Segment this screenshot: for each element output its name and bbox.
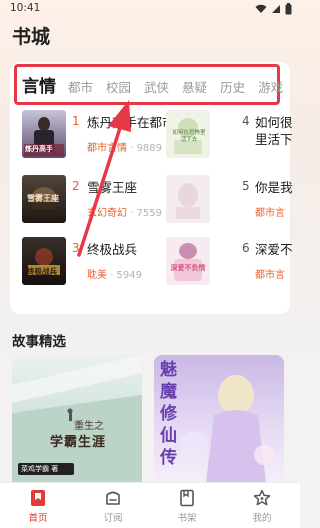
tab-xuanyi[interactable]: 悬疑 [182, 77, 207, 96]
book-cover-2-text: 雪雾王座 [27, 194, 59, 203]
book-genre-6: 都市言 [255, 270, 285, 281]
book-title-1: 炼丹高手在都市 [87, 115, 175, 130]
nav-bookshelf-label: 书架 [177, 513, 197, 524]
nav-subscribe-label: 订阅 [103, 513, 123, 524]
bookshelf-icon [180, 489, 194, 507]
nav-bookshelf[interactable]: 书架 [167, 489, 207, 524]
book-genre-1: 都市言情 [87, 143, 127, 154]
book-dot-2: · [127, 208, 137, 219]
home-bookmark-icon [31, 490, 45, 506]
book-rank-1: 1 [72, 114, 80, 128]
book-rank-5: 5 [242, 179, 250, 193]
status-icons [255, 2, 292, 16]
book-genre-2: 玄幻奇幻 [87, 208, 127, 219]
page-title: 书城 [12, 26, 51, 48]
status-bar: 10:41 [0, 0, 300, 18]
status-time: 10:41 [10, 2, 41, 14]
book-count-1: 9889 [136, 143, 162, 154]
section-title: 故事精选 [12, 334, 66, 350]
book-title-5: 你是我 [255, 180, 293, 195]
book-cover-2[interactable]: 雪雾王座 [22, 175, 66, 223]
story-card-1-caption: 菜鸡学霸 著 [21, 465, 59, 473]
book-meta-1: 都市言情 · 9889 [87, 139, 162, 154]
book-item-6[interactable]: 深爱不负情 6 深爱不 都市言 [166, 237, 300, 289]
category-tabs: 言情 都市 校园 武侠 悬疑 历史 游戏 [22, 72, 296, 100]
book-title-3: 终极战兵 [87, 242, 138, 257]
book-genre-5: 都市言 [255, 208, 285, 219]
bottom-nav: 首页 订阅 书架 我的 [0, 482, 300, 528]
nav-home-label: 首页 [28, 513, 48, 524]
nav-mine[interactable]: 我的 [242, 489, 282, 524]
nav-mine-label: 我的 [252, 513, 272, 524]
tab-dushi[interactable]: 都市 [68, 77, 93, 96]
book-cover-3[interactable]: 终极战兵 [22, 237, 66, 285]
book-item-4[interactable]: 如何在恐怖里活下去 4 如何很 里活下 [166, 110, 300, 162]
wifi-icon [255, 4, 267, 13]
book-title-4-line2: 里活下 [255, 132, 293, 147]
book-rank-2: 2 [72, 179, 80, 193]
star-profile-icon [253, 489, 271, 506]
book-cover-6-text: 深爱不负情 [170, 264, 206, 272]
book-cover-4[interactable]: 如何在恐怖里活下去 [166, 110, 210, 158]
book-title-6: 深爱不 [255, 242, 293, 257]
story-card-1[interactable]: 重生之 学霸生涯 菜鸡学霸 著 [12, 355, 142, 483]
book-rank-4: 4 [242, 114, 250, 128]
book-cover-4-text: 如何在恐怖里活下去 [172, 130, 206, 143]
book-rank-3: 3 [72, 241, 80, 255]
book-cover-3-text: 终极战兵 [27, 267, 57, 276]
book-meta-3: 耽美 · 5949 [87, 266, 142, 281]
book-cover-5[interactable] [166, 175, 210, 223]
book-cover-1[interactable]: 炼丹高手 [22, 110, 66, 158]
nav-subscribe[interactable]: 订阅 [93, 489, 133, 524]
book-genre-3: 耽美 [87, 270, 107, 281]
tab-xiaoyuan[interactable]: 校园 [106, 77, 131, 96]
story-card-2[interactable]: 魅魔修仙传 [154, 355, 284, 483]
book-dot-1: · [127, 143, 137, 154]
story-card-1-title-top: 重生之 [74, 421, 104, 432]
tab-wuxia[interactable]: 武侠 [144, 77, 169, 96]
subscribe-icon [106, 491, 120, 505]
battery-icon [285, 3, 292, 15]
tab-youxi[interactable]: 游戏 [258, 77, 283, 96]
book-rank-6: 6 [242, 241, 250, 255]
story-card-1-title: 学霸生涯 [50, 435, 107, 450]
book-count-3: 5949 [116, 270, 142, 281]
book-title-2: 雪雾王座 [87, 180, 138, 195]
book-item-5[interactable]: 5 你是我 都市言 [166, 175, 300, 227]
book-count-2: 7559 [136, 208, 162, 219]
story-card-2-title: 魅魔修仙传 [160, 360, 177, 468]
tab-lishi[interactable]: 历史 [220, 77, 245, 96]
book-dot-3: · [107, 270, 117, 281]
book-cover-6[interactable]: 深爱不负情 [166, 237, 210, 285]
book-cover-1-text: 炼丹高手 [25, 145, 53, 153]
nav-home[interactable]: 首页 [18, 489, 58, 524]
book-meta-2: 玄幻奇幻 · 7559 [87, 204, 162, 219]
tab-yanqing[interactable]: 言情 [22, 72, 56, 97]
signal-icon [272, 5, 280, 13]
